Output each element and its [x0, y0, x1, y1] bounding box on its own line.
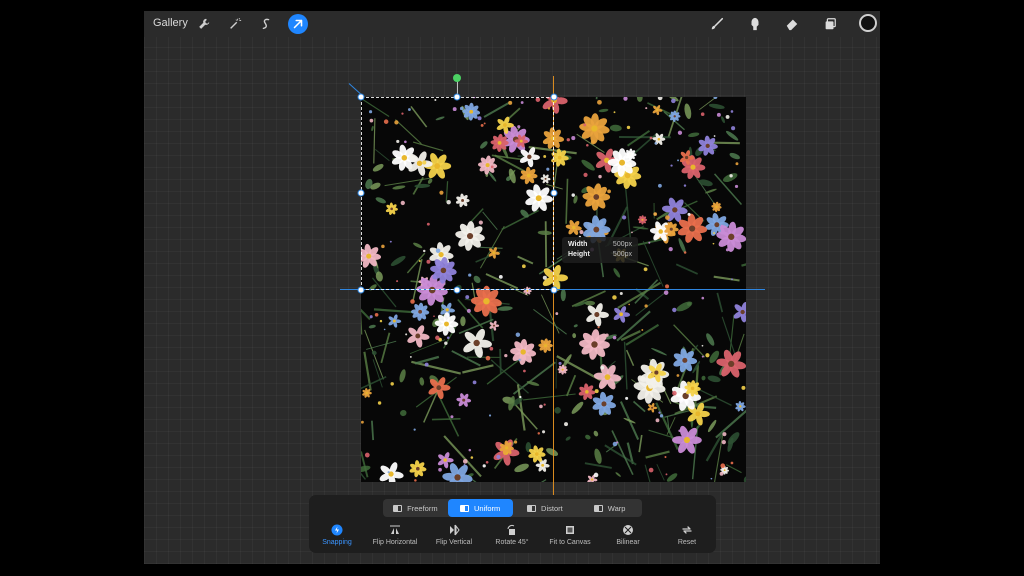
smudge-icon[interactable]: [745, 14, 765, 34]
brush-icon[interactable]: [707, 14, 727, 34]
transform-selection-box[interactable]: [361, 97, 554, 290]
mode-freeform[interactable]: Freeform: [383, 499, 448, 517]
freeform-icon: [393, 504, 403, 512]
handle-bottom-left[interactable]: [357, 286, 365, 294]
transform-actions-row: Snapping Flip Horizontal Flip Vertical R…: [309, 523, 716, 551]
snapping-label: Snapping: [322, 539, 352, 546]
handle-middle-left[interactable]: [357, 189, 365, 197]
flip-horizontal-icon: [388, 523, 402, 537]
uniform-icon: [459, 504, 469, 512]
transform-toolbar: Freeform Uniform Distort Warp Snapping F…: [309, 495, 716, 553]
gallery-button[interactable]: Gallery: [153, 17, 188, 29]
layers-icon[interactable]: [820, 14, 840, 34]
fit-to-canvas-icon: [563, 523, 577, 537]
snapping-icon: [330, 523, 344, 537]
warp-icon: [593, 504, 603, 512]
rotation-handle[interactable]: [453, 74, 461, 82]
selection-s-icon[interactable]: [256, 14, 276, 34]
color-picker-swatch[interactable]: [859, 14, 877, 32]
handle-top-left[interactable]: [357, 93, 365, 101]
mode-distort-label: Distort: [541, 503, 563, 513]
bilinear-label: Bilinear: [616, 539, 640, 546]
bilinear-icon: [621, 523, 635, 537]
mode-uniform-label: Uniform: [473, 503, 501, 513]
dimensions-tooltip: Width 500px Height 500px: [562, 237, 638, 263]
mode-warp-label: Warp: [607, 503, 626, 513]
width-label: Width: [568, 241, 588, 248]
handle-middle-right[interactable]: [550, 189, 558, 197]
distort-icon: [527, 504, 537, 512]
handle-top-center[interactable]: [453, 93, 461, 101]
rotate-icon: [505, 523, 519, 537]
handle-bottom-center[interactable]: [453, 286, 461, 294]
flip-horizontal-label: Flip Horizontal: [372, 539, 418, 546]
width-value: 500px: [612, 241, 632, 248]
reset-label: Reset: [677, 539, 697, 546]
height-label: Height: [568, 251, 590, 258]
transform-mode-segmented-control: Freeform Uniform Distort Warp: [383, 499, 642, 517]
eraser-icon[interactable]: [782, 14, 802, 34]
transform-arrow-icon[interactable]: [288, 14, 308, 34]
height-value: 500px: [612, 251, 632, 258]
top-toolbar: Gallery: [144, 11, 880, 37]
wrench-icon[interactable]: [194, 14, 214, 34]
reset-button[interactable]: Reset: [652, 523, 722, 546]
flip-vertical-icon: [447, 523, 461, 537]
reset-icon: [680, 523, 694, 537]
flip-vertical-label: Flip Vertical: [435, 539, 473, 546]
mode-distort[interactable]: Distort: [513, 499, 578, 517]
magic-wand-icon[interactable]: [225, 14, 245, 34]
mode-freeform-label: Freeform: [407, 503, 438, 513]
rotate-45-label: Rotate 45°: [495, 539, 529, 546]
mode-uniform[interactable]: Uniform: [447, 499, 513, 517]
mode-warp[interactable]: Warp: [577, 499, 642, 517]
procreate-canvas-view: Gallery Width 500px Height 500px Freefor…: [144, 11, 880, 564]
fit-to-canvas-label: Fit to Canvas: [549, 539, 591, 546]
screen: Gallery Width 500px Height 500px Freefor…: [0, 0, 1024, 576]
handle-bottom-right[interactable]: [550, 286, 558, 294]
handle-top-right[interactable]: [550, 93, 558, 101]
